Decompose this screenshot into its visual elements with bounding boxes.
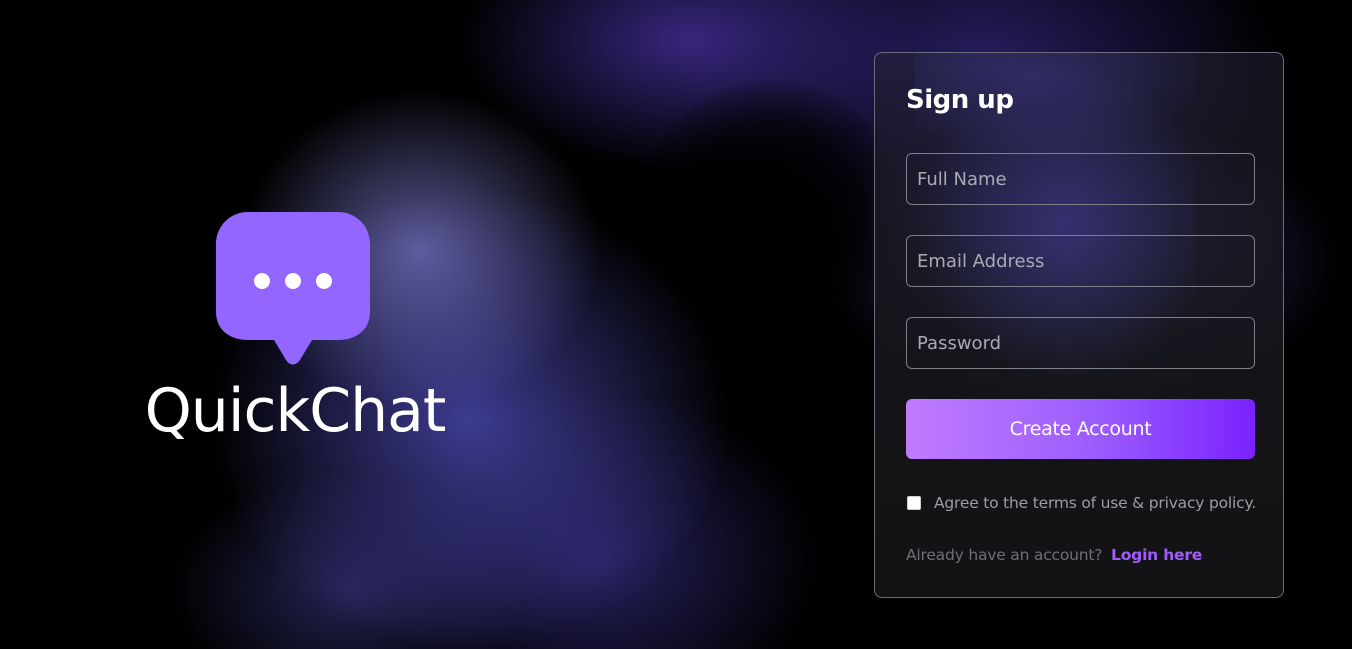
terms-label: Agree to the terms of use & privacy poli… [934, 494, 1256, 512]
password-field[interactable] [906, 317, 1255, 369]
terms-checkbox[interactable] [907, 496, 921, 510]
brand: QuickChat [130, 212, 460, 452]
email-field[interactable] [906, 235, 1255, 287]
login-prompt-line: Already have an account? Login here [906, 546, 1202, 564]
create-account-button[interactable]: Create Account [906, 399, 1255, 459]
chat-bubble-dots-icon [216, 212, 370, 365]
terms-agreement: Agree to the terms of use & privacy poli… [906, 491, 1266, 515]
login-link[interactable]: Login here [1111, 546, 1202, 564]
login-prompt-text: Already have an account? [906, 546, 1103, 564]
full-name-field[interactable] [906, 153, 1255, 205]
background-shadow [640, 80, 900, 340]
signup-title: Sign up [906, 85, 1014, 115]
signup-card: Sign up Create Account Agree to the term… [874, 52, 1284, 598]
brand-name: QuickChat [144, 376, 447, 446]
